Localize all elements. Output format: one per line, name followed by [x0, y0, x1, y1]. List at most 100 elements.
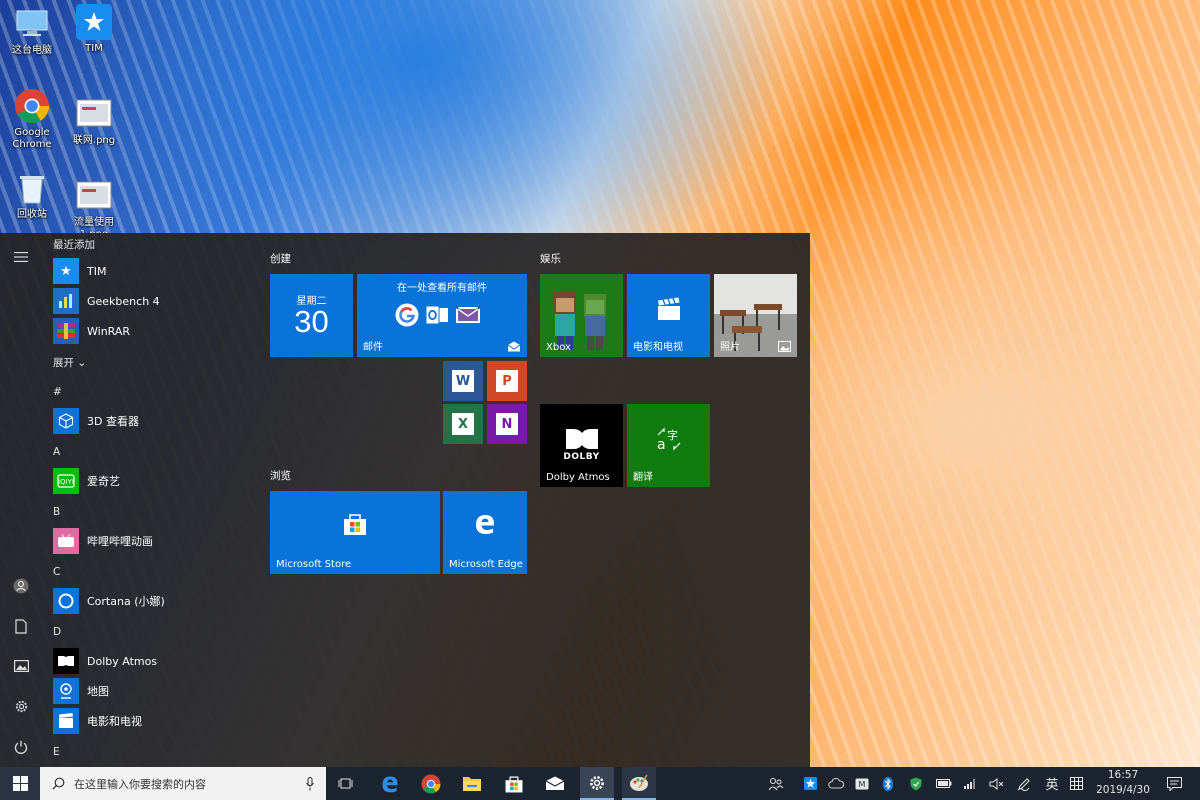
chrome-icon	[14, 88, 50, 124]
tray-ime-mode[interactable]	[1066, 767, 1086, 800]
app-item-iqiyi[interactable]: iQIYI 爱奇艺	[53, 466, 243, 496]
tray-tim[interactable]	[800, 767, 820, 800]
app-item-dolby-atmos[interactable]: Dolby Atmos	[53, 646, 243, 676]
desktop-icon-image-1[interactable]: 联网.png	[62, 96, 126, 147]
power-button[interactable]	[0, 727, 42, 767]
tray-pen[interactable]	[1014, 767, 1034, 800]
tray-security[interactable]	[906, 767, 926, 800]
start-rail	[0, 233, 42, 767]
dolby-icon	[53, 648, 79, 674]
desktop-icon-tim[interactable]: TIM	[62, 4, 126, 55]
tray-network[interactable]	[960, 767, 980, 800]
app-item-tim[interactable]: ★ TIM	[53, 256, 243, 286]
tile-word[interactable]: W	[443, 361, 483, 401]
store-bag-icon	[344, 513, 366, 535]
tray-ime-language[interactable]: 英	[1042, 767, 1062, 800]
people-button[interactable]	[766, 767, 786, 800]
tile-photos[interactable]: 照片	[714, 274, 797, 357]
taskbar-search-box[interactable]: 在这里输入你要搜索的内容	[40, 767, 326, 800]
tray-clock[interactable]: 16:57 2019/4/30	[1094, 768, 1152, 799]
powerpoint-icon: P	[496, 370, 518, 392]
tray-battery[interactable]	[934, 767, 954, 800]
section-header-d[interactable]: D	[53, 626, 61, 638]
tray-volume[interactable]	[986, 767, 1006, 800]
documents-button[interactable]	[0, 606, 42, 646]
power-icon	[14, 740, 28, 754]
section-header-hash[interactable]: #	[53, 386, 62, 398]
tile-microsoft-store[interactable]: Microsoft Store	[270, 491, 440, 574]
store-bag-icon	[505, 775, 523, 792]
geekbench-icon	[53, 288, 79, 314]
tile-powerpoint[interactable]: P	[487, 361, 527, 401]
account-button[interactable]	[0, 566, 42, 606]
app-item-winrar[interactable]: WinRAR	[53, 316, 243, 346]
section-header-c[interactable]: C	[53, 566, 60, 578]
this-pc-icon	[14, 6, 50, 42]
group-title-create[interactable]: 创建	[270, 251, 291, 266]
recently-added-header: 最近添加	[53, 239, 95, 251]
app-item-movies-tv[interactable]: 电影和电视	[53, 706, 243, 736]
app-item-maps[interactable]: 地图	[53, 676, 243, 706]
tray-onedrive[interactable]	[826, 767, 846, 800]
image-file-icon	[76, 96, 112, 132]
edge-icon	[382, 776, 398, 792]
tile-excel[interactable]: X	[443, 404, 483, 444]
shield-icon	[910, 777, 922, 790]
search-icon	[52, 777, 65, 790]
tim-icon	[803, 777, 817, 790]
settings-button[interactable]	[0, 686, 42, 726]
taskbar-store[interactable]	[498, 767, 530, 800]
tile-mail[interactable]: 在一处查看所有邮件 邮件	[357, 274, 527, 357]
hamburger-menu-button[interactable]	[0, 237, 42, 277]
desktop-icon-image-2[interactable]: 流量使用1.png	[62, 178, 126, 241]
tile-translate[interactable]: a字 翻译	[627, 404, 710, 487]
desktop-icon-recycle-bin[interactable]: 回收站	[0, 170, 64, 221]
app-item-cortana[interactable]: Cortana (小娜)	[53, 586, 243, 616]
tile-label: 照片	[720, 342, 740, 353]
tile-label: Microsoft Edge	[449, 559, 523, 570]
desktop-icon-label: Google Chrome	[12, 127, 52, 150]
section-header-e[interactable]: E	[53, 746, 60, 758]
word-icon: W	[452, 370, 474, 392]
tray-mail-app[interactable]: M	[852, 767, 872, 800]
pictures-button[interactable]	[0, 646, 42, 686]
chrome-icon	[421, 774, 441, 793]
app-item-geekbench[interactable]: Geekbench 4	[53, 286, 243, 316]
tile-dolby-atmos[interactable]: DOLBY Dolby Atmos	[540, 404, 623, 487]
mail-badge-icon	[507, 341, 521, 352]
expand-toggle[interactable]: 展开 ⌄	[53, 355, 86, 370]
task-view-button[interactable]	[330, 767, 362, 800]
tile-xbox[interactable]: Xbox	[540, 274, 623, 357]
app-item-bilibili[interactable]: 哔哩哔哩动画	[53, 526, 243, 556]
group-title-browse[interactable]: 浏览	[270, 468, 291, 483]
desktop-icon-label: 联网.png	[72, 135, 116, 146]
section-header-a[interactable]: A	[53, 446, 60, 458]
desktop-icon-chrome[interactable]: Google Chrome	[0, 88, 64, 151]
group-title-entertainment[interactable]: 娱乐	[540, 251, 561, 266]
action-center-button[interactable]	[1162, 767, 1186, 800]
svg-text:a: a	[657, 437, 666, 451]
svg-text:iQIYI: iQIYI	[58, 478, 74, 486]
tile-calendar[interactable]: 星期二 30	[270, 274, 353, 357]
tray-bluetooth[interactable]	[878, 767, 898, 800]
signal-icon	[964, 779, 975, 789]
gear-icon	[15, 700, 27, 712]
taskbar-paint[interactable]	[622, 767, 656, 800]
tile-microsoft-edge[interactable]: Microsoft Edge	[443, 491, 527, 574]
microphone-icon[interactable]	[306, 776, 314, 791]
pen-icon	[1017, 777, 1030, 791]
outlook-icon	[425, 305, 448, 325]
taskbar-edge[interactable]	[374, 767, 406, 800]
calendar-date: 30	[294, 304, 329, 339]
taskbar-file-explorer[interactable]	[456, 767, 488, 800]
iqiyi-icon: iQIYI	[53, 468, 79, 494]
taskbar-chrome[interactable]	[415, 767, 447, 800]
desktop-icon-this-pc[interactable]: 这台电脑	[0, 6, 64, 57]
tile-movies-tv[interactable]: 电影和电视	[627, 274, 710, 357]
taskbar-settings[interactable]	[580, 767, 614, 800]
tile-onenote[interactable]: N	[487, 404, 527, 444]
section-header-b[interactable]: B	[53, 506, 60, 518]
app-item-3d-viewer[interactable]: 3D 查看器	[53, 406, 243, 436]
taskbar-mail[interactable]	[539, 767, 571, 800]
start-button[interactable]	[0, 767, 40, 800]
